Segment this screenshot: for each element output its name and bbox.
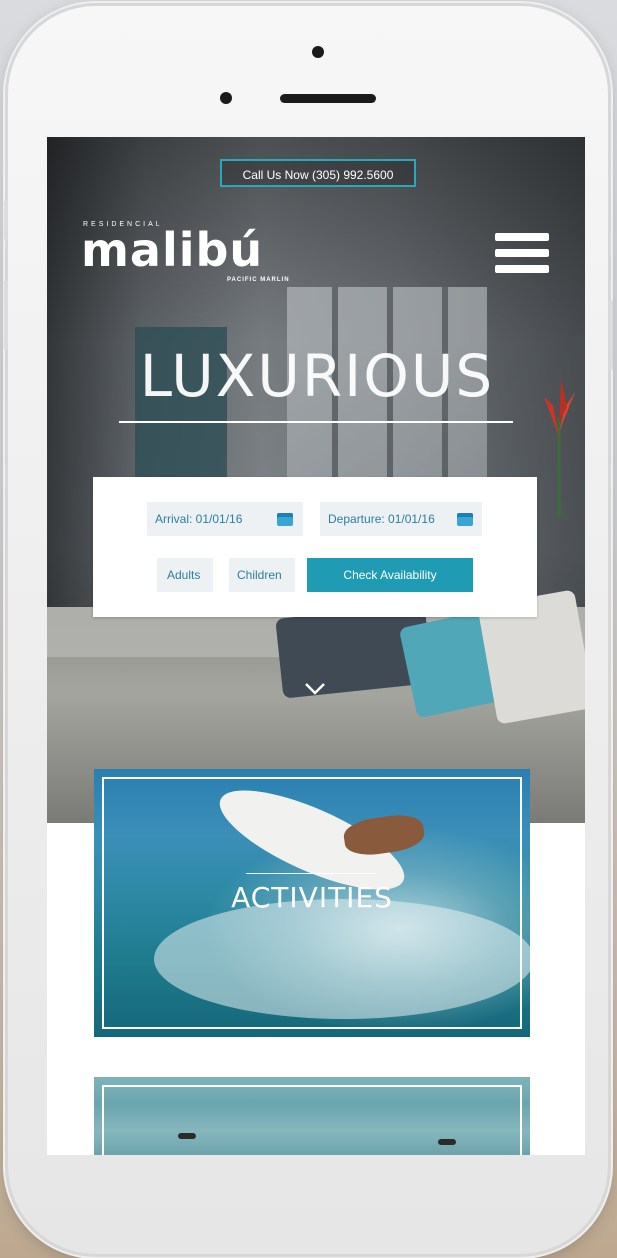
volume-button xyxy=(4,280,8,350)
booking-form: Arrival: 01/01/16 Departure: 01/01/16 Ad… xyxy=(93,477,537,617)
front-sensor xyxy=(220,92,232,104)
adults-label: Adults xyxy=(167,568,201,582)
arrival-date-field[interactable]: Arrival: 01/01/16 xyxy=(147,502,303,536)
activities-card[interactable]: ACTIVITIES xyxy=(94,769,530,1037)
hero-flowers xyxy=(544,379,575,517)
calendar-icon[interactable] xyxy=(277,513,293,526)
next-section-card[interactable] xyxy=(94,1077,530,1155)
headline-divider xyxy=(119,421,513,423)
power-button xyxy=(609,300,613,370)
card-border xyxy=(102,777,522,1029)
logo-wordmark: malibú xyxy=(81,223,264,277)
departure-date-label: Departure: 01/01/16 xyxy=(328,512,435,526)
call-us-button[interactable]: Call Us Now (305) 992.5600 xyxy=(220,159,416,187)
hero-headline: LUXURIOUS xyxy=(139,342,495,410)
calendar-icon[interactable] xyxy=(457,513,473,526)
site-logo[interactable]: RESIDENCIAL malibú PACIFIC MARLIN xyxy=(81,215,301,285)
phone-screen: Call Us Now (305) 992.5600 RESIDENCIAL m… xyxy=(47,137,585,1155)
chevron-down-icon[interactable] xyxy=(304,677,326,699)
departure-date-field[interactable]: Departure: 01/01/16 xyxy=(320,502,482,536)
check-availability-button[interactable]: Check Availability xyxy=(307,558,473,592)
logo-subtitle: PACIFIC MARLIN xyxy=(227,277,290,283)
children-label: Children xyxy=(237,568,282,582)
arrival-date-label: Arrival: 01/01/16 xyxy=(155,512,243,526)
children-select[interactable]: Children xyxy=(229,558,295,592)
menu-icon[interactable] xyxy=(495,233,549,273)
hero-section: Call Us Now (305) 992.5600 RESIDENCIAL m… xyxy=(47,137,585,823)
card-border xyxy=(102,1085,522,1155)
volume-button xyxy=(4,200,8,240)
earpiece-speaker xyxy=(280,94,376,103)
front-camera xyxy=(312,46,324,58)
adults-select[interactable]: Adults xyxy=(157,558,213,592)
